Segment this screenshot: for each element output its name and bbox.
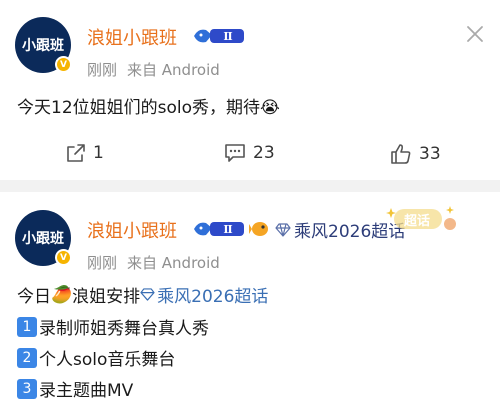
post-line-1: 今日 🥭 浪姐安排 乘风2026超话 <box>17 282 268 308</box>
line1-prefix: 今日 <box>17 287 51 307</box>
svip-membership-icon[interactable]: Ⅱ <box>192 26 247 46</box>
avatar-text: 小跟班 <box>22 38 64 54</box>
post-source: 来自 Android <box>127 254 220 272</box>
like-count: 33 <box>419 144 441 164</box>
post-meta: 刚刚 来自 Android <box>87 252 220 273</box>
post-meta: 刚刚 来自 Android <box>87 59 220 80</box>
close-icon[interactable] <box>465 24 485 44</box>
membership-level-text: Ⅱ <box>223 30 232 43</box>
topic-link-text: 乘风2026超话 <box>157 287 269 307</box>
comment-count: 23 <box>253 143 275 163</box>
list-item: 2 个人solo音乐舞台 <box>17 345 175 370</box>
repost-button[interactable]: 1 <box>66 143 104 163</box>
list-item-text: 个人solo音乐舞台 <box>39 350 176 370</box>
svip-membership-icon[interactable]: Ⅱ <box>192 219 247 239</box>
repost-icon <box>67 144 85 162</box>
weibo-post-2: 小跟班 V 浪姐小跟班 Ⅱ 乘风2026超话 超话 刚刚 来自 Android 今… <box>0 192 500 409</box>
list-item-text: 录制师姐秀舞台真人秀 <box>39 319 209 339</box>
repost-count: 1 <box>93 143 104 163</box>
keycap-number-icon: 2 <box>17 347 37 368</box>
username[interactable]: 浪姐小跟班 <box>87 217 177 243</box>
list-item-text: 录主题曲MV <box>39 381 134 401</box>
super-topic-sticker: 超话 <box>386 204 462 232</box>
post-time: 刚刚 <box>87 254 118 272</box>
mango-emoji-icon: 🥭 <box>51 284 73 305</box>
post-text-content: 今天12位姐姐们的solo秀，期待 <box>17 98 261 118</box>
avatar-text: 小跟班 <box>22 231 64 247</box>
verified-badge-text: V <box>60 252 67 263</box>
verified-badge-icon: V <box>55 249 72 266</box>
crying-emoji-icon: 😭 <box>260 98 280 118</box>
sticker-text: 超话 <box>404 214 431 229</box>
diamond-icon <box>140 288 155 301</box>
verified-badge-icon: V <box>55 56 72 73</box>
keycap-number-icon: 1 <box>17 316 37 337</box>
post-time: 刚刚 <box>87 61 118 79</box>
membership-level-text: Ⅱ <box>223 223 232 236</box>
thumbs-up-icon <box>391 144 411 164</box>
list-item: 1 录制师姐秀舞台真人秀 <box>17 314 209 339</box>
keycap-number-icon: 3 <box>17 378 37 399</box>
like-button[interactable]: 33 <box>390 143 441 165</box>
post-text: 今天12位姐姐们的solo秀，期待😭 <box>17 93 280 118</box>
comment-icon <box>225 144 245 162</box>
weibo-post-1: 小跟班 V 浪姐小跟班 Ⅱ 刚刚 来自 Android 今天12位姐姐们的solo… <box>0 0 500 180</box>
action-bar: 1 23 33 <box>0 143 500 169</box>
topic-link[interactable]: 乘风2026超话 <box>140 282 268 307</box>
list-item: 3 录主题曲MV <box>17 376 133 401</box>
fish-badge-icon <box>249 222 268 236</box>
verified-badge-text: V <box>60 59 67 70</box>
username[interactable]: 浪姐小跟班 <box>87 24 177 50</box>
diamond-icon <box>275 222 291 237</box>
post-source: 来自 Android <box>127 61 220 79</box>
comment-button[interactable]: 23 <box>224 143 275 163</box>
line1-middle: 浪姐安排 <box>72 287 141 307</box>
